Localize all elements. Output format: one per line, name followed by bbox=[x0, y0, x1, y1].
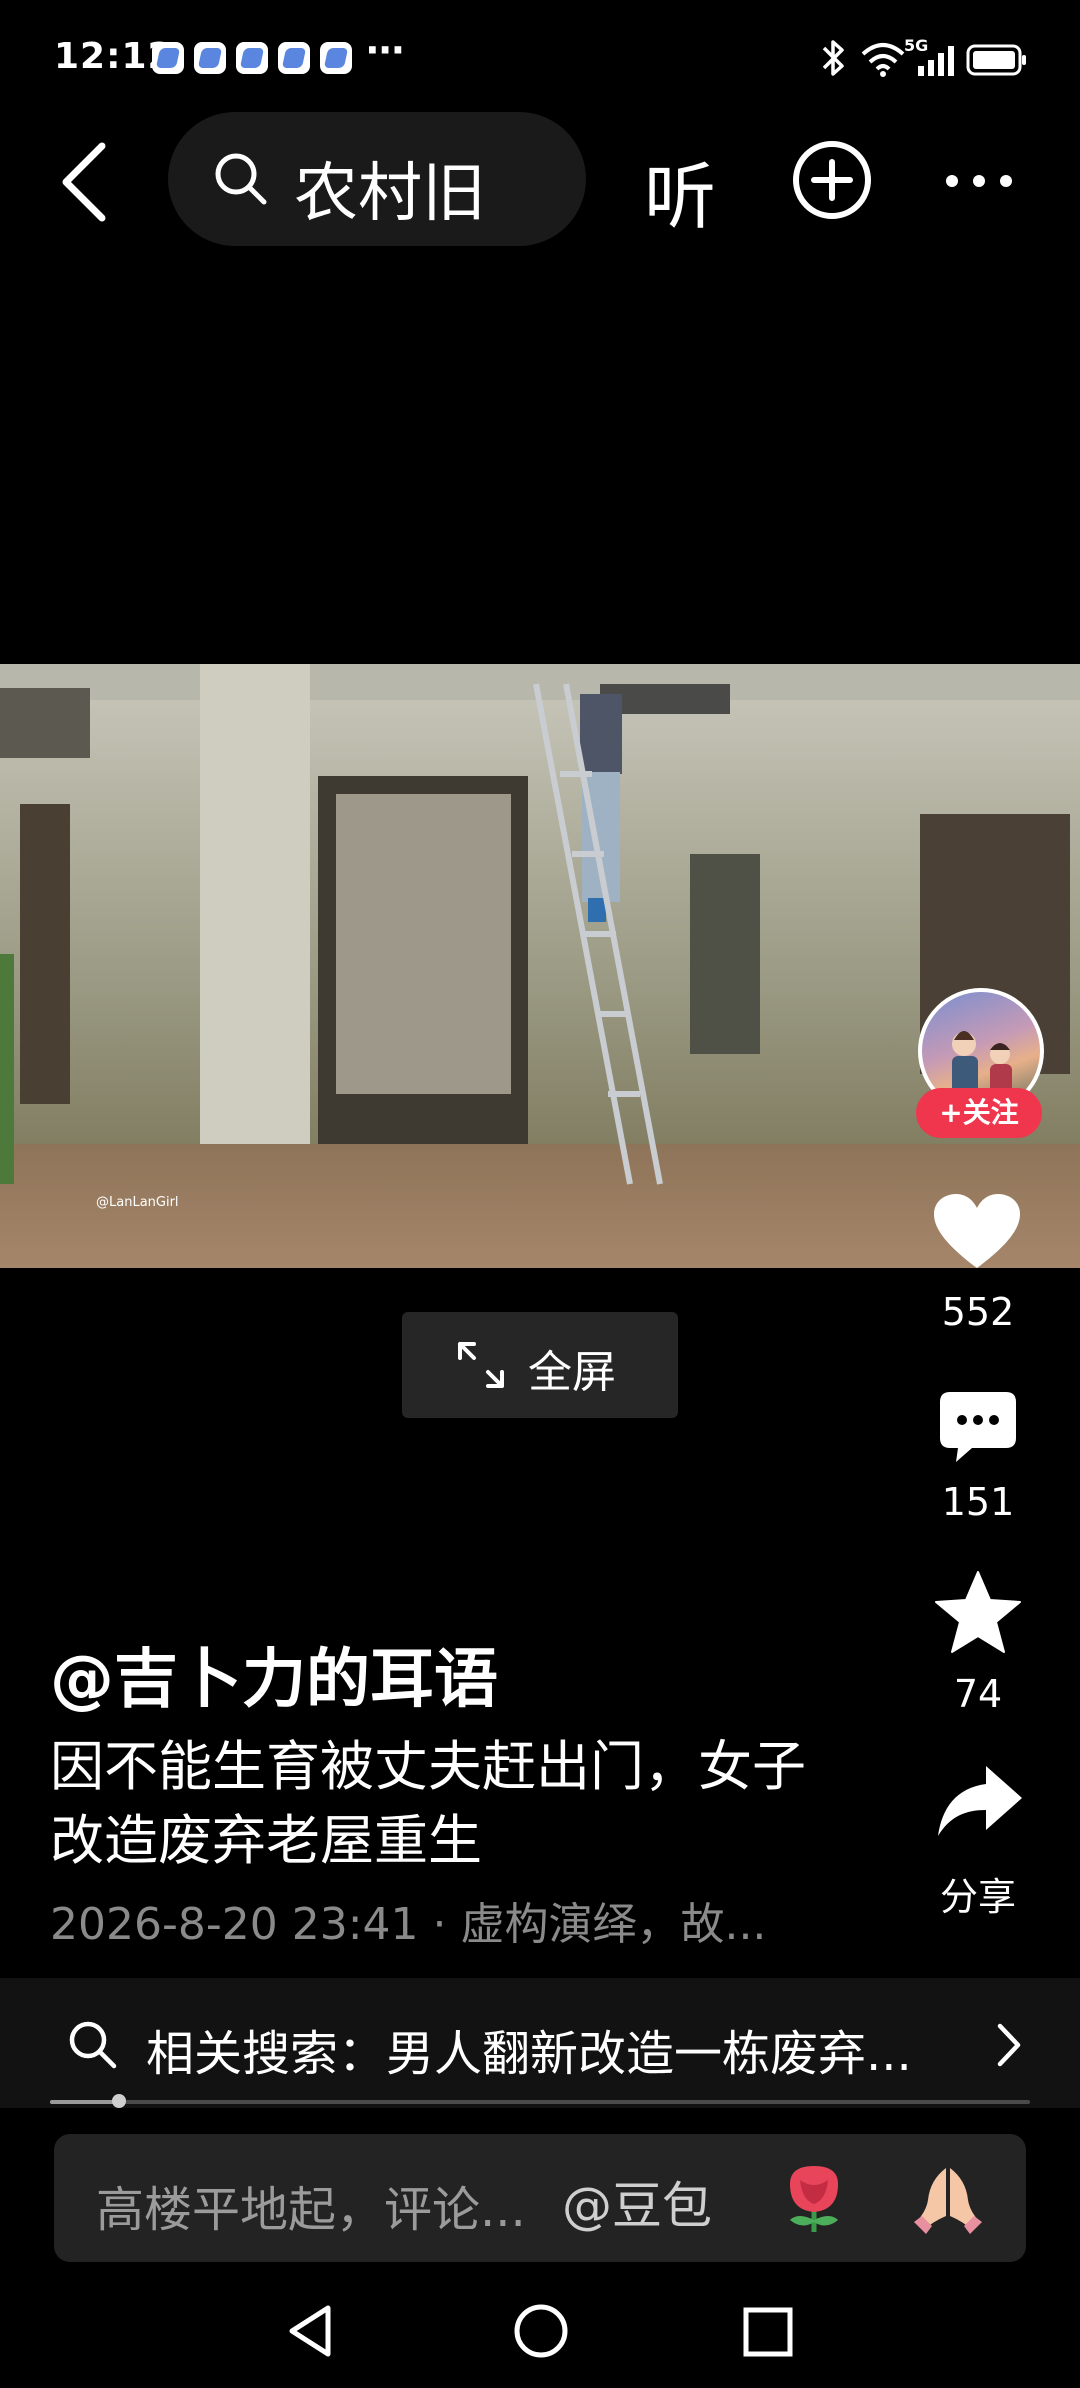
notification-icon bbox=[278, 42, 310, 74]
comment-icon[interactable] bbox=[938, 1390, 1018, 1466]
battery-icon bbox=[966, 44, 1026, 76]
video-progress-handle[interactable] bbox=[112, 2094, 126, 2108]
chevron-right-icon bbox=[997, 2023, 1021, 2067]
flower-emoji-icon[interactable] bbox=[776, 2160, 852, 2236]
nav-recents-button[interactable] bbox=[742, 2306, 794, 2358]
video-description: 因不能生育被丈夫赶出门，女子改造废弃老屋重生 bbox=[50, 1735, 806, 1872]
search-icon bbox=[215, 153, 267, 205]
favorite-icon[interactable] bbox=[934, 1570, 1022, 1654]
nav-home-button[interactable] bbox=[512, 2302, 570, 2360]
video-frame: @LanLanGirl bbox=[0, 664, 1080, 1268]
notification-icon bbox=[320, 42, 352, 74]
comment-count: 151 bbox=[941, 1480, 1015, 1524]
notification-icon bbox=[152, 42, 184, 74]
related-search-text: 相关搜索：男人翻新改造一栋废弃... bbox=[146, 2026, 912, 2082]
praying-hands-emoji-icon[interactable] bbox=[910, 2160, 986, 2236]
nav-back-button[interactable] bbox=[284, 2302, 336, 2360]
fullscreen-label: 全屏 bbox=[528, 1347, 616, 1398]
expand-icon bbox=[458, 1342, 504, 1388]
search-query: 农村旧 bbox=[294, 157, 486, 231]
post-meta: 2026-8-20 23:41 · 虚构演绎，故... bbox=[50, 1899, 767, 1950]
video-watermark: @LanLanGirl bbox=[96, 1195, 179, 1210]
add-button[interactable] bbox=[790, 138, 874, 222]
bluetooth-icon bbox=[822, 40, 844, 76]
video-progress-track[interactable] bbox=[50, 2100, 1030, 2104]
share-icon[interactable] bbox=[936, 1764, 1024, 1840]
follow-button[interactable]: +关注 bbox=[916, 1088, 1042, 1138]
like-icon[interactable] bbox=[932, 1192, 1022, 1272]
video-player[interactable]: @LanLanGirl bbox=[0, 664, 1080, 1268]
wifi-icon bbox=[861, 43, 905, 77]
author-name[interactable]: @吉卜力的耳语 bbox=[50, 1628, 498, 1720]
mention-doubao-button[interactable]: @豆包 bbox=[562, 2166, 712, 2238]
share-label: 分享 bbox=[939, 1875, 1016, 1919]
notification-overflow: ⋯ bbox=[366, 28, 405, 72]
notification-icon bbox=[194, 42, 226, 74]
favorite-count: 74 bbox=[953, 1672, 1003, 1716]
search-icon bbox=[69, 2021, 117, 2069]
comment-placeholder: 高楼平地起，评论... bbox=[96, 2182, 526, 2238]
more-options-button[interactable] bbox=[944, 166, 1014, 196]
back-button[interactable] bbox=[56, 140, 112, 224]
listen-button[interactable]: 听 bbox=[644, 138, 716, 243]
signal-icon bbox=[918, 46, 954, 76]
like-count: 552 bbox=[941, 1290, 1015, 1334]
notification-icon bbox=[236, 42, 268, 74]
